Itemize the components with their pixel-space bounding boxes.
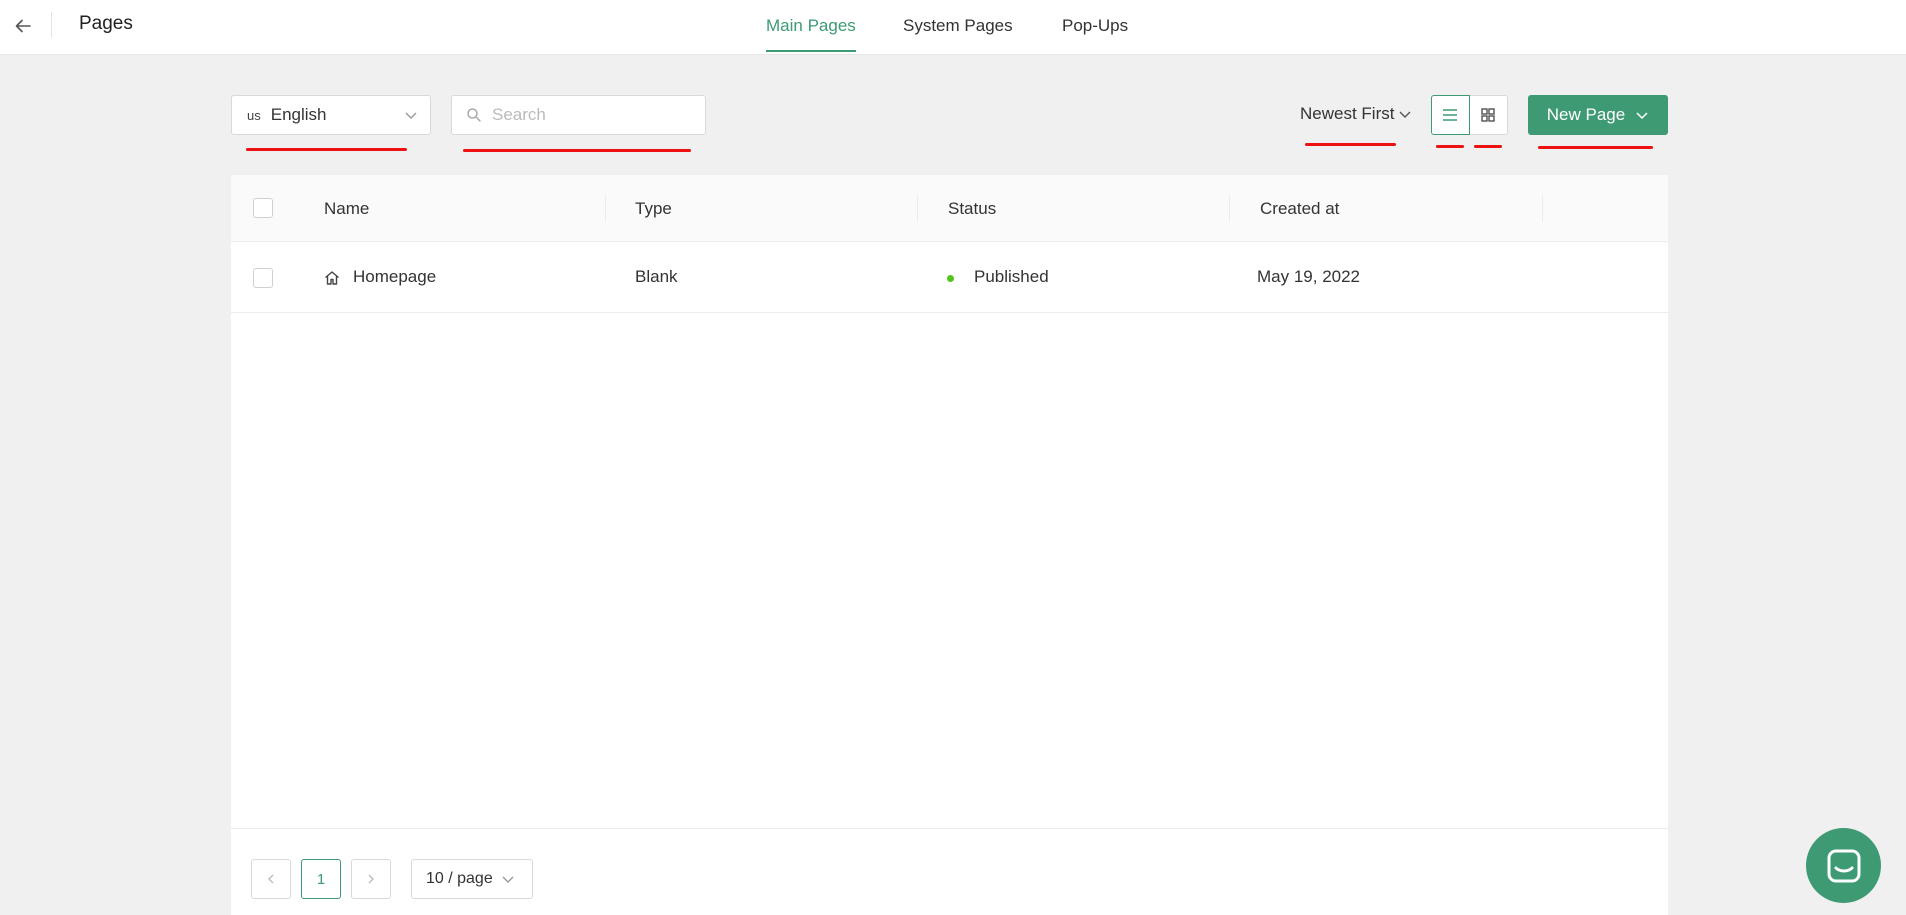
annotation-underline — [1474, 145, 1502, 148]
column-separator — [1542, 195, 1543, 222]
tab-system-pages[interactable]: System Pages — [903, 16, 1013, 50]
column-header-created-at[interactable]: Created at — [1260, 199, 1339, 219]
tab-pop-ups[interactable]: Pop-Ups — [1062, 16, 1128, 50]
new-page-label: New Page — [1546, 105, 1626, 124]
language-label: English — [270, 105, 327, 124]
chevron-down-icon — [502, 876, 514, 883]
chat-widget-button[interactable] — [1806, 828, 1881, 903]
list-view-button[interactable] — [1431, 95, 1470, 135]
annotation-underline — [1538, 146, 1653, 149]
grid-icon — [1481, 108, 1495, 122]
annotation-underline — [246, 148, 407, 151]
page-size-select[interactable]: 10 / page — [411, 859, 533, 899]
home-icon — [325, 271, 339, 285]
table-footer-divider — [231, 828, 1668, 829]
chevron-right-icon — [368, 874, 374, 884]
tab-main-pages[interactable]: Main Pages — [766, 16, 856, 52]
list-icon — [1443, 109, 1458, 121]
annotation-underline — [463, 149, 691, 152]
row-checkbox[interactable] — [253, 268, 273, 288]
chevron-down-icon — [405, 112, 417, 119]
search-input[interactable] — [492, 105, 692, 125]
search-icon — [467, 108, 481, 122]
column-separator — [1229, 195, 1230, 222]
language-select[interactable]: us English — [231, 95, 431, 135]
column-separator — [917, 195, 918, 222]
page-number-button[interactable]: 1 — [301, 859, 341, 899]
chat-icon — [1827, 849, 1860, 882]
search-box[interactable] — [451, 95, 706, 135]
page-size-label: 10 / page — [426, 870, 493, 887]
row-name[interactable]: Homepage — [353, 267, 436, 287]
view-toggle — [1431, 95, 1508, 135]
annotation-underline — [1436, 145, 1464, 148]
prev-page-button[interactable] — [251, 859, 291, 899]
grid-view-button[interactable] — [1469, 95, 1508, 135]
column-separator — [605, 195, 606, 222]
annotation-underline — [1305, 143, 1396, 146]
next-page-button[interactable] — [351, 859, 391, 899]
table-header: Name Type Status Created at — [231, 175, 1668, 242]
top-header: Pages Main Pages System Pages Pop-Ups — [0, 0, 1906, 55]
chevron-left-icon — [268, 874, 274, 884]
sort-select[interactable]: Newest First — [1300, 104, 1412, 124]
status-dot — [947, 275, 954, 282]
column-header-status[interactable]: Status — [948, 199, 996, 219]
column-header-type[interactable]: Type — [635, 199, 672, 219]
pages-table: Name Type Status Created at Homepage Bla… — [231, 175, 1668, 915]
select-all-checkbox[interactable] — [253, 198, 273, 218]
column-header-name[interactable]: Name — [324, 199, 369, 219]
row-status: Published — [974, 267, 1049, 286]
new-page-button[interactable]: New Page — [1528, 95, 1668, 135]
language-code: us — [247, 107, 261, 123]
page-tabs: Main Pages System Pages Pop-Ups — [0, 0, 1906, 55]
chevron-down-icon — [1636, 112, 1648, 120]
sort-label: Newest First — [1300, 104, 1395, 123]
chevron-down-icon — [1399, 111, 1411, 118]
table-row[interactable]: Homepage Blank Published May 19, 2022 — [231, 242, 1668, 313]
row-created-at: May 19, 2022 — [1257, 267, 1361, 286]
row-type: Blank — [635, 267, 678, 286]
